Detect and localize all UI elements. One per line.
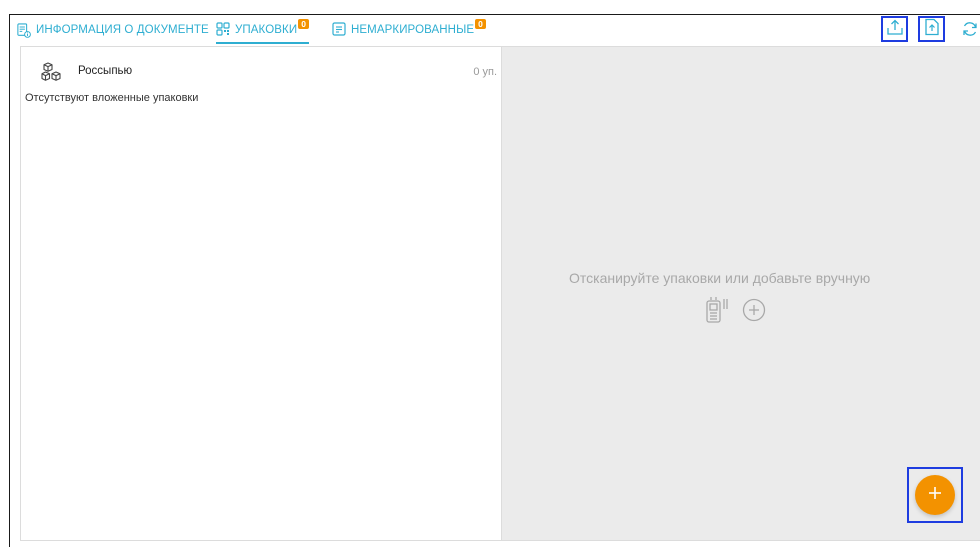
refresh-icon xyxy=(961,22,979,42)
document-window: ИНФОРМАЦИЯ О ДОКУМЕНТЕ УПАКОВКИ 0 НЕМАРК… xyxy=(9,14,980,547)
package-count: 0 уп. xyxy=(473,66,497,78)
barcode-scanner-icon xyxy=(704,295,732,330)
tab-packages-badge: 0 xyxy=(298,19,310,29)
upload-icon xyxy=(886,18,904,41)
list-item[interactable]: Россыпью 0 уп. xyxy=(21,47,501,93)
scan-actions xyxy=(704,295,766,330)
scan-hint-text: Отсканируйте упаковки или добавьте вручн… xyxy=(569,270,871,286)
export-file-button[interactable] xyxy=(918,16,945,42)
add-package-fab-highlight xyxy=(907,467,963,523)
tab-unmarked-badge: 0 xyxy=(475,19,486,29)
tab-bar: ИНФОРМАЦИЯ О ДОКУМЕНТЕ УПАКОВКИ 0 НЕМАРК… xyxy=(10,15,980,45)
tab-unmarked-label: НЕМАРКИРОВАННЫЕ xyxy=(351,24,475,36)
add-circle-icon[interactable] xyxy=(742,298,766,327)
qr-code-icon xyxy=(216,22,230,38)
packages-list-panel: Россыпью 0 уп. Отсутствуют вложенные упа… xyxy=(20,46,502,541)
boxes-icon xyxy=(41,62,63,82)
document-info-icon xyxy=(17,22,31,38)
tab-packages-label: УПАКОВКИ xyxy=(235,24,298,36)
tab-unmarked[interactable]: НЕМАРКИРОВАННЫЕ 0 xyxy=(332,18,486,42)
tab-document-info-label: ИНФОРМАЦИЯ О ДОКУМЕНТЕ xyxy=(36,24,209,36)
plus-icon xyxy=(927,485,943,506)
empty-nested-note: Отсутствуют вложенные упаковки xyxy=(25,92,199,104)
list-document-icon xyxy=(332,22,346,38)
upload-button[interactable] xyxy=(881,16,908,42)
add-package-button[interactable] xyxy=(915,475,955,515)
file-upload-icon xyxy=(924,18,940,41)
tab-document-info[interactable]: ИНФОРМАЦИЯ О ДОКУМЕНТЕ xyxy=(17,18,209,42)
package-name: Россыпью xyxy=(78,65,133,77)
refresh-button[interactable] xyxy=(961,20,979,38)
tab-packages[interactable]: УПАКОВКИ 0 xyxy=(216,18,310,44)
